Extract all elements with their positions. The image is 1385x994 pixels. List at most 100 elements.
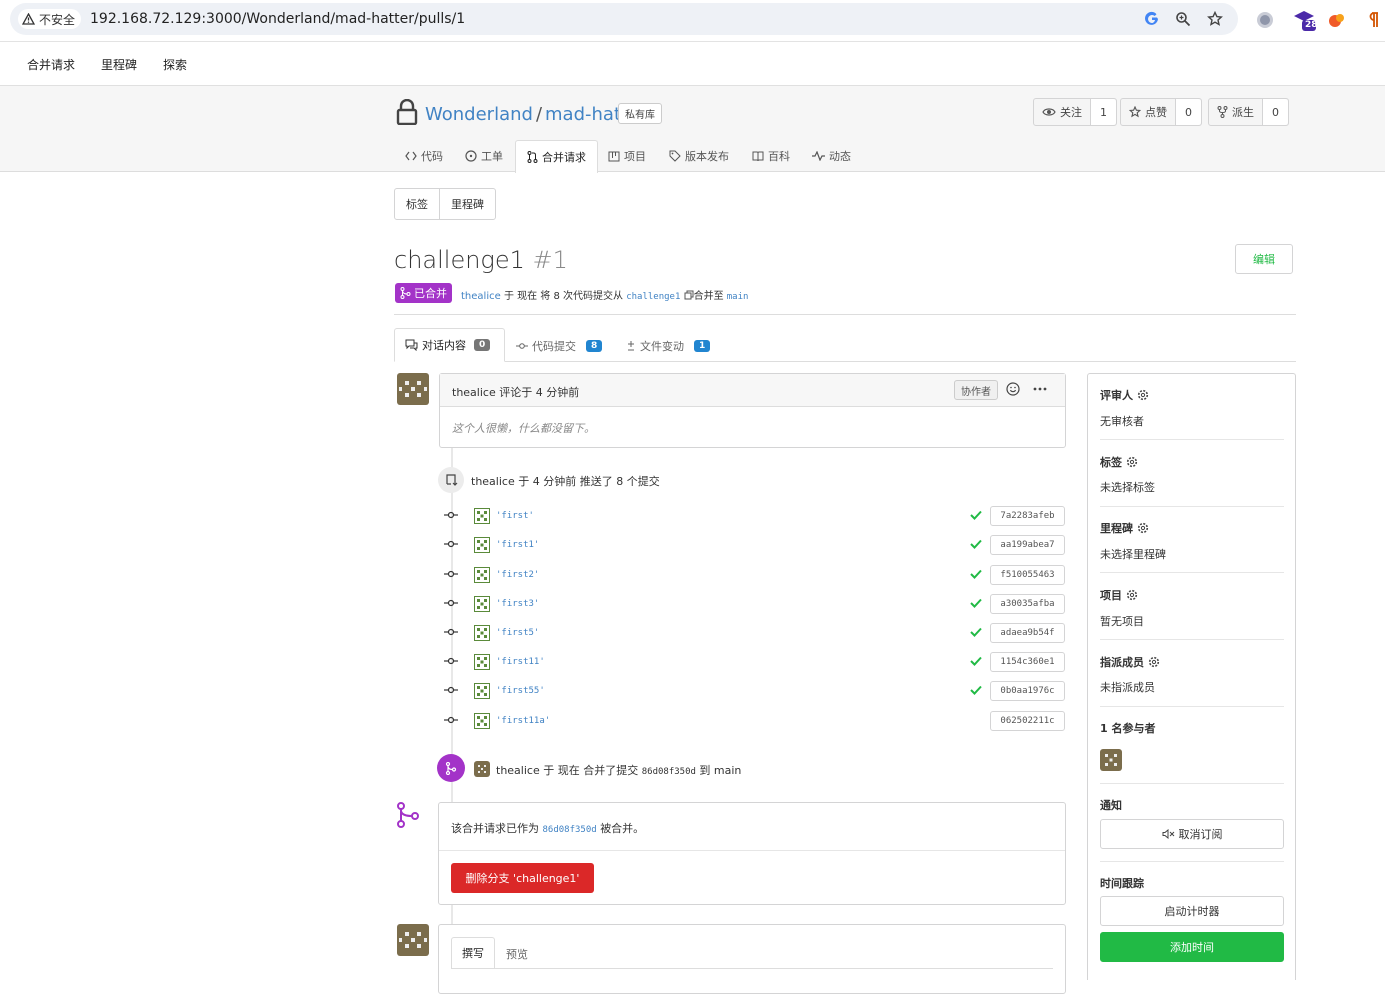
reviewers-header[interactable]: 评审人 <box>1100 387 1149 403</box>
security-indicator[interactable]: 不安全 <box>18 9 82 29</box>
url-text[interactable]: 192.168.72.129:3000/Wonderland/mad-hatte… <box>90 11 465 27</box>
more-options-icon[interactable] <box>1033 387 1047 391</box>
check-icon[interactable] <box>970 539 982 549</box>
push-author-link[interactable]: thealice <box>471 475 515 488</box>
gear-icon[interactable] <box>1148 656 1160 668</box>
gear-icon[interactable] <box>1137 522 1149 534</box>
commit-message-link[interactable]: 'first11' <box>496 657 545 667</box>
tab-releases[interactable]: 版本发布 <box>669 148 729 164</box>
zoom-icon[interactable] <box>1175 11 1191 27</box>
tag-icon <box>669 150 681 162</box>
nav-pulls[interactable]: 合并请求 <box>27 56 75 73</box>
repo-header: Wonderland / mad-hatter 私有库 关注 1 点赞 0 派生 0… <box>0 86 1385 173</box>
participant-avatar[interactable] <box>1100 749 1122 771</box>
base-branch-link[interactable]: main <box>727 292 749 302</box>
labels-button[interactable]: 标签 <box>395 189 440 219</box>
commit-message-link[interactable]: 'first3' <box>496 599 539 609</box>
add-time-button[interactable]: 添加时间 <box>1100 932 1284 962</box>
address-bar[interactable]: 不安全 192.168.72.129:3000/Wonderland/mad-h… <box>10 3 1238 35</box>
nav-explore[interactable]: 探索 <box>163 56 187 73</box>
tab-projects[interactable]: 项目 <box>608 148 646 164</box>
assignees-header[interactable]: 指派成员 <box>1100 654 1160 670</box>
bookmark-star-icon[interactable] <box>1207 11 1223 27</box>
avatar[interactable] <box>474 761 490 777</box>
tab-commits[interactable]: 代码提交 8 <box>516 338 603 354</box>
reviewers-title: 评审人 <box>1100 389 1133 402</box>
copy-icon[interactable] <box>684 290 694 300</box>
commit-sha-button[interactable]: 062502211c <box>990 711 1065 731</box>
commit-sha-button[interactable]: aa199abea7 <box>990 535 1065 555</box>
nav-milestones[interactable]: 里程碑 <box>101 56 137 73</box>
commit-message-link[interactable]: 'first11a' <box>496 716 550 726</box>
commit-author-avatar[interactable] <box>474 654 490 670</box>
commit-message-link[interactable]: 'first55' <box>496 686 545 696</box>
preview-tab[interactable]: 预览 <box>506 946 528 962</box>
avatar[interactable] <box>397 924 429 956</box>
commit-row: 'first3' a30035afba <box>444 592 1066 616</box>
commit-author-avatar[interactable] <box>474 625 490 641</box>
gear-icon[interactable] <box>1126 456 1138 468</box>
watch-button[interactable]: 关注 1 <box>1033 98 1117 126</box>
tab-activity[interactable]: 动态 <box>812 148 851 164</box>
commit-sha-button[interactable]: 1154c360e1 <box>990 652 1065 672</box>
commit-sha-button[interactable]: adaea9b54f <box>990 623 1065 643</box>
commit-sha-button[interactable]: a30035afba <box>990 594 1065 614</box>
check-icon[interactable] <box>970 569 982 579</box>
commit-sha-button[interactable]: f510055463 <box>990 565 1065 585</box>
tab-code[interactable]: 代码 <box>405 148 443 164</box>
commit-author-avatar[interactable] <box>474 683 490 699</box>
delete-branch-button[interactable]: 删除分支 'challenge1' <box>451 863 594 893</box>
commit-author-avatar[interactable] <box>474 537 490 553</box>
gear-icon[interactable] <box>1126 589 1138 601</box>
merge-author-link[interactable]: thealice <box>496 764 540 777</box>
sidebar-divider <box>1100 706 1284 707</box>
commit-message-link[interactable]: 'first2' <box>496 570 539 580</box>
watch-count[interactable]: 1 <box>1091 99 1116 125</box>
labels-header[interactable]: 标签 <box>1100 454 1138 470</box>
pr-author-link[interactable]: thealice <box>461 291 501 302</box>
merge-box-divider <box>439 850 1065 851</box>
milestone-header[interactable]: 里程碑 <box>1100 520 1149 536</box>
milestones-button[interactable]: 里程碑 <box>440 189 495 219</box>
commit-message-link[interactable]: 'first' <box>496 511 534 521</box>
reaction-smiley-icon[interactable] <box>1006 382 1020 396</box>
repo-owner-link[interactable]: Wonderland <box>425 104 533 125</box>
extension-dots-icon[interactable] <box>1327 10 1347 30</box>
star-count[interactable]: 0 <box>1176 99 1201 125</box>
avatar[interactable] <box>397 373 429 405</box>
extension-circle-icon[interactable] <box>1255 10 1275 30</box>
check-icon[interactable] <box>970 656 982 666</box>
check-icon[interactable] <box>970 627 982 637</box>
fork-count[interactable]: 0 <box>1263 99 1288 125</box>
commit-sha-button[interactable]: 7a2283afeb <box>990 506 1065 526</box>
commit-author-avatar[interactable] <box>474 596 490 612</box>
unsubscribe-button[interactable]: 取消订阅 <box>1100 819 1284 849</box>
tab-wiki[interactable]: 百科 <box>752 148 790 164</box>
commit-author-avatar[interactable] <box>474 508 490 524</box>
extension-graduation-icon[interactable]: 28 <box>1292 8 1318 32</box>
merge-commit-sha[interactable]: 86d08f350d <box>642 767 696 777</box>
head-branch-link[interactable]: challenge1 <box>626 292 680 302</box>
tab-pulls[interactable]: 合并请求 <box>515 140 598 173</box>
check-icon[interactable] <box>970 598 982 608</box>
merge-info-commit[interactable]: 86d08f350d <box>543 825 597 835</box>
tab-files[interactable]: 文件变动 1 <box>626 338 711 354</box>
write-tab[interactable]: 撰写 <box>451 937 495 969</box>
gear-icon[interactable] <box>1137 389 1149 401</box>
google-icon[interactable] <box>1144 11 1160 27</box>
pilcrow-icon[interactable] <box>1363 10 1383 30</box>
check-icon[interactable] <box>970 510 982 520</box>
commit-message-link[interactable]: 'first5' <box>496 628 539 638</box>
star-button[interactable]: 点赞 0 <box>1120 98 1202 126</box>
tab-conversation[interactable]: 对话内容 0 <box>394 328 505 362</box>
commit-message-link[interactable]: 'first1' <box>496 540 539 550</box>
tab-issues[interactable]: 工单 <box>465 148 503 164</box>
commit-sha-button[interactable]: 0b0aa1976c <box>990 681 1065 701</box>
projects-header[interactable]: 项目 <box>1100 587 1138 603</box>
check-icon[interactable] <box>970 685 982 695</box>
edit-button[interactable]: 编辑 <box>1235 244 1293 274</box>
fork-button[interactable]: 派生 0 <box>1208 98 1289 126</box>
commit-author-avatar[interactable] <box>474 713 490 729</box>
commit-author-avatar[interactable] <box>474 567 490 583</box>
start-timer-button[interactable]: 启动计时器 <box>1100 896 1284 926</box>
